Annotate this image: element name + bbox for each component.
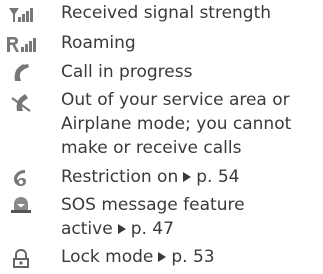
page-reference: p. 47 xyxy=(130,219,174,239)
lock-mode-icon xyxy=(13,248,29,268)
page-ref-arrow-icon xyxy=(158,251,167,262)
no-service-icon xyxy=(11,94,31,112)
roaming-icon xyxy=(7,37,36,52)
sos-message-icon xyxy=(11,197,31,213)
page-reference: p. 53 xyxy=(171,247,215,267)
item-text: Roaming xyxy=(61,33,136,53)
item-text: Restriction on p. 54 xyxy=(61,165,323,190)
restriction-icon xyxy=(14,170,26,186)
item-text: Lock mode p. 53 xyxy=(61,245,323,270)
signal-strength-icon xyxy=(9,8,33,22)
item-label: Restriction on xyxy=(61,167,179,187)
page-ref-arrow-icon xyxy=(183,171,192,182)
item-text-line-1: Out of your service area or xyxy=(61,90,290,110)
item-text-line-3: make or receive calls xyxy=(61,138,242,158)
page-ref-arrow-icon xyxy=(117,223,126,234)
item-text-line-1: SOS message feature xyxy=(61,195,245,215)
page-reference: p. 54 xyxy=(196,167,240,187)
item-text: Received signal strength xyxy=(61,3,272,23)
item-text: Call in progress xyxy=(61,62,193,82)
item-text-line-2: active p. 47 xyxy=(61,217,323,242)
item-label: active xyxy=(61,219,113,239)
call-in-progress-icon xyxy=(14,64,29,81)
item-text-line-2: Airplane mode; you cannot xyxy=(61,114,292,134)
item-label: Lock mode xyxy=(61,247,154,267)
